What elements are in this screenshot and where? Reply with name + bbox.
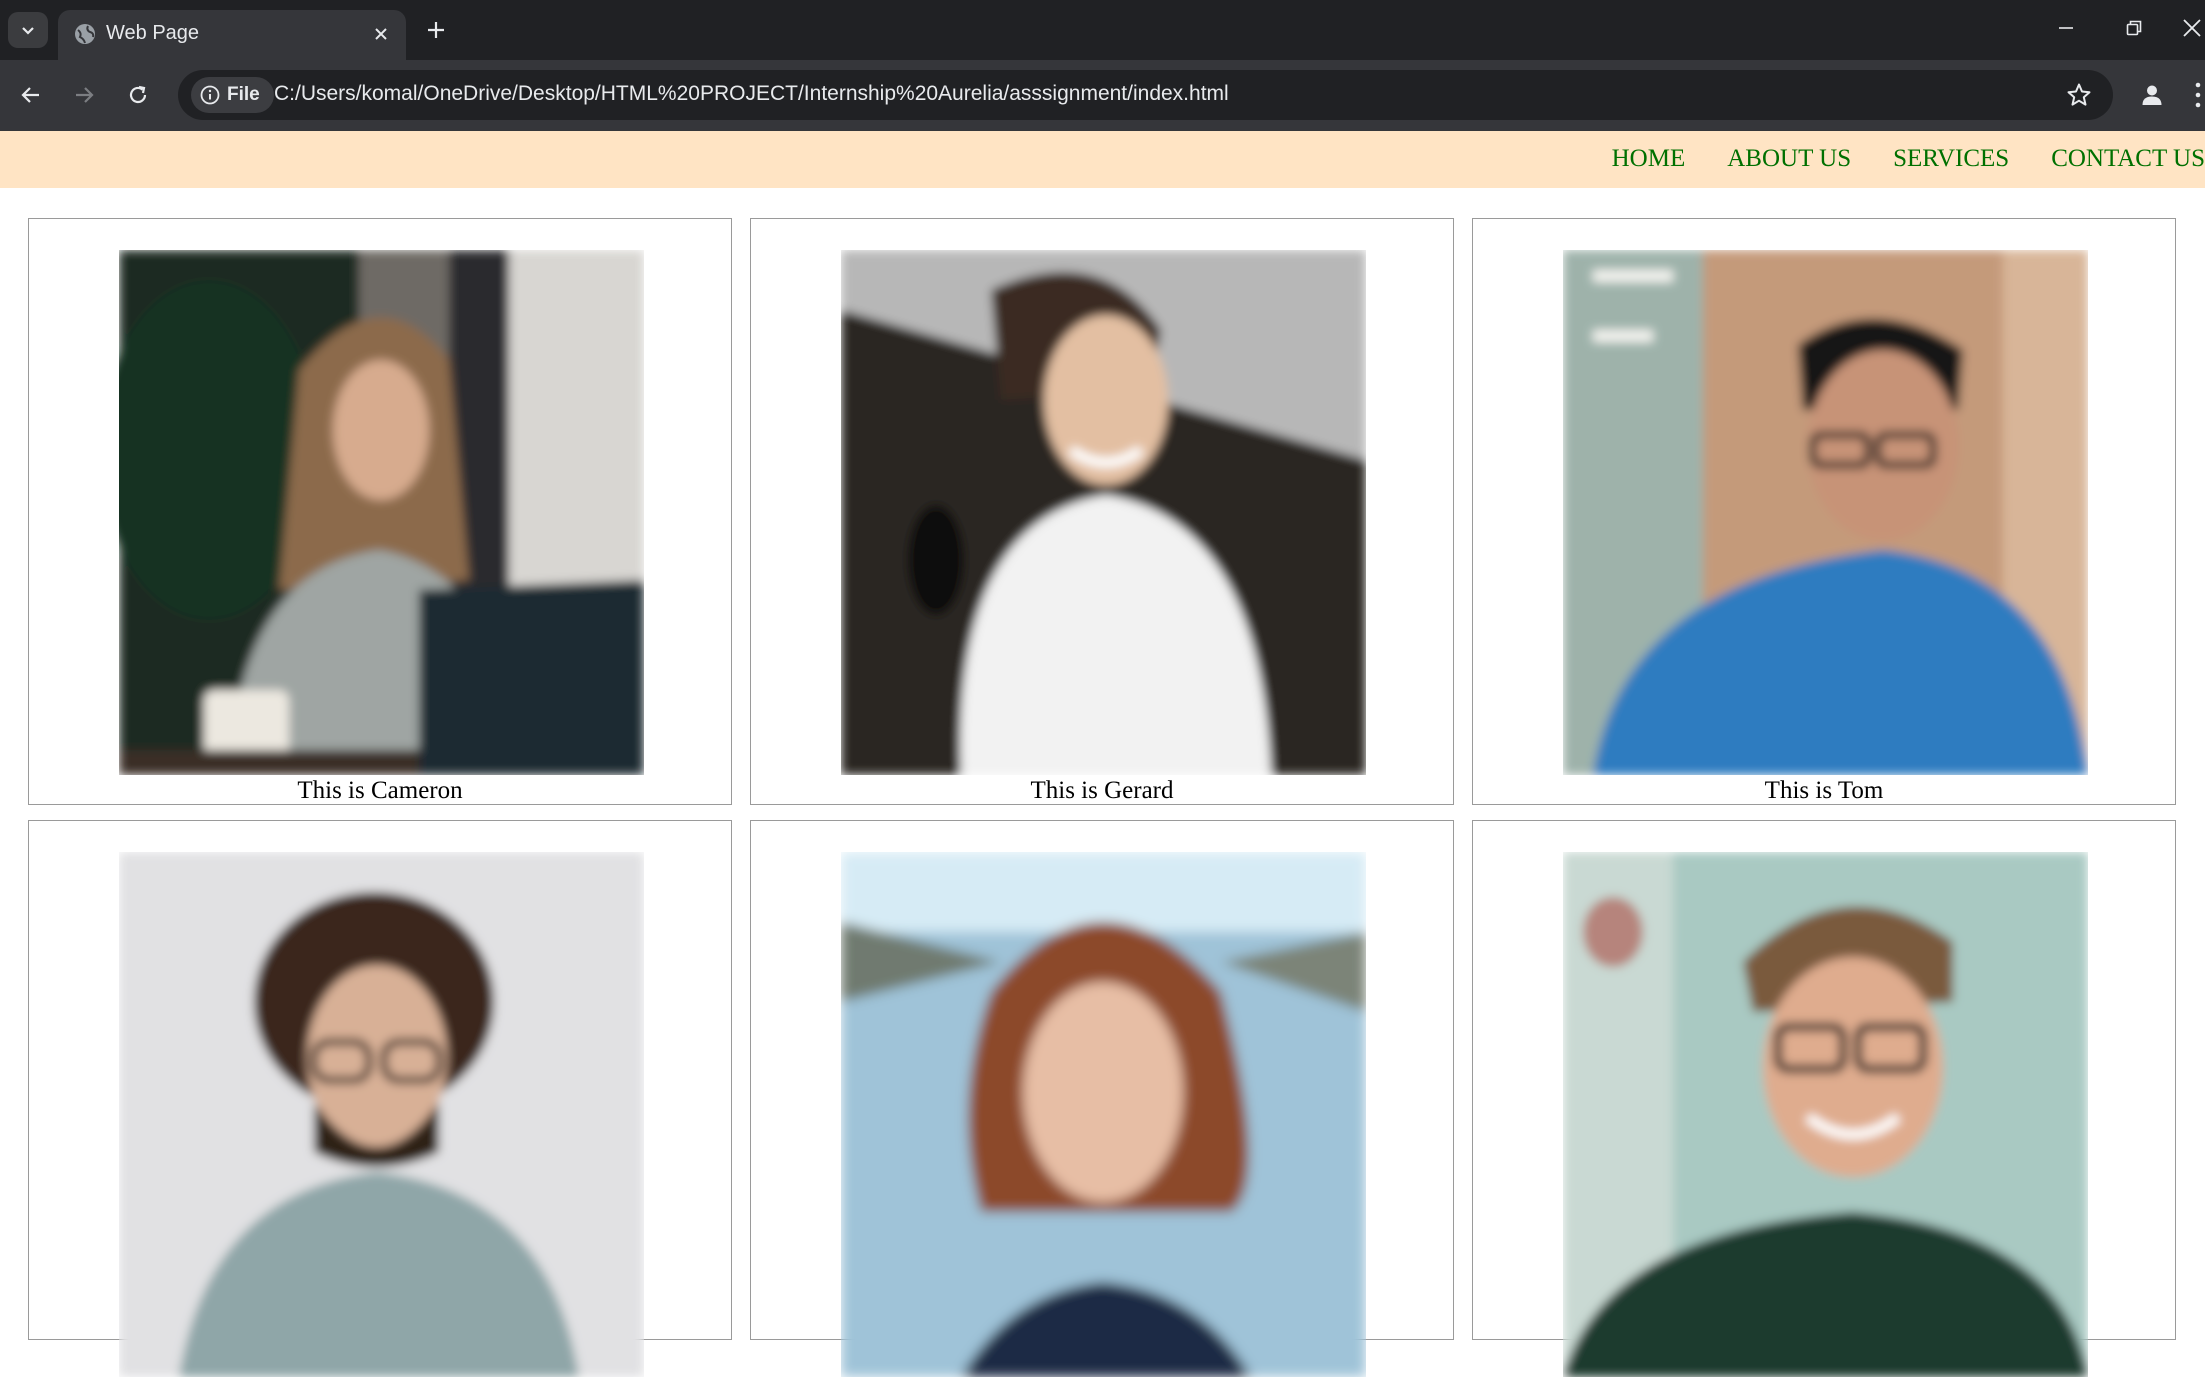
- info-icon: [200, 85, 220, 105]
- close-icon: [375, 28, 387, 40]
- card-caption: This is Gerard: [1030, 777, 1174, 804]
- browser-chrome: Web Page File C:/Users/komal/OneDrive/De…: [0, 0, 2205, 131]
- bookmark-button[interactable]: [2065, 81, 2093, 109]
- forward-arrow-icon: [76, 87, 94, 103]
- site-info-chip[interactable]: File: [191, 77, 274, 113]
- card-caption: This is Tom: [1764, 777, 1884, 804]
- reload-icon: [129, 85, 147, 104]
- profile-card-gerard: This is Gerard: [750, 218, 1454, 805]
- browser-toolbar: File C:/Users/komal/OneDrive/Desktop/HTM…: [0, 60, 2205, 131]
- red-haired-woman-photo: [841, 852, 1366, 1377]
- file-scheme-label: File: [227, 84, 260, 105]
- man-with-glasses-blue-sweater-photo: [1563, 250, 2088, 775]
- curly-haired-man-photo: [119, 852, 644, 1377]
- nav-links: HOME ABOUT US SERVICES CONTACT US: [1570, 145, 2205, 173]
- nav-link-home[interactable]: HOME: [1612, 145, 1686, 173]
- url-text[interactable]: C:/Users/komal/OneDrive/Desktop/HTML%20P…: [274, 82, 1229, 106]
- tab-strip: Web Page: [0, 0, 2205, 60]
- minimize-button[interactable]: [2044, 10, 2088, 46]
- new-tab-button[interactable]: [420, 14, 452, 46]
- restore-button[interactable]: [2112, 10, 2156, 46]
- chevron-down-icon: [22, 27, 34, 35]
- tab-search-button[interactable]: [8, 12, 48, 48]
- profile-card: [28, 820, 732, 1377]
- profile-card-tom: This is Tom: [1472, 218, 2176, 805]
- close-window-button[interactable]: [2180, 10, 2205, 46]
- plus-icon: [428, 22, 444, 38]
- profile-button[interactable]: [2132, 75, 2172, 115]
- restore-icon: [2126, 20, 2142, 36]
- tab-title: Web Page: [106, 22, 200, 44]
- close-icon: [2183, 19, 2201, 37]
- site-navbar: HOME ABOUT US SERVICES CONTACT US: [0, 131, 2205, 188]
- smiling-man-with-glasses-photo: [1563, 852, 2088, 1377]
- profile-icon: [2142, 85, 2162, 105]
- nav-link-services[interactable]: SERVICES: [1893, 145, 2009, 173]
- woman-with-laptop-photo: [119, 250, 644, 775]
- nav-link-contact-us[interactable]: CONTACT US: [2051, 145, 2205, 173]
- star-icon: [2067, 83, 2091, 106]
- card-caption: This is Cameron: [297, 777, 463, 804]
- more-icon[interactable]: [2192, 80, 2205, 110]
- back-arrow-icon: [21, 87, 39, 103]
- minimize-icon: [2059, 27, 2073, 29]
- globe-icon: [75, 24, 95, 44]
- back-button[interactable]: [11, 75, 51, 115]
- forward-button[interactable]: [64, 75, 104, 115]
- address-bar[interactable]: File C:/Users/komal/OneDrive/Desktop/HTM…: [178, 70, 2113, 120]
- profile-card-cameron: This is Cameron: [28, 218, 732, 805]
- nav-link-about-us[interactable]: ABOUT US: [1727, 145, 1851, 173]
- profile-card: [750, 820, 1454, 1377]
- smiling-young-man-photo: [841, 250, 1366, 775]
- profile-card: [1472, 820, 2176, 1377]
- reload-button[interactable]: [118, 75, 158, 115]
- tab-web-page[interactable]: Web Page: [58, 10, 406, 60]
- close-tab-button[interactable]: [368, 21, 394, 47]
